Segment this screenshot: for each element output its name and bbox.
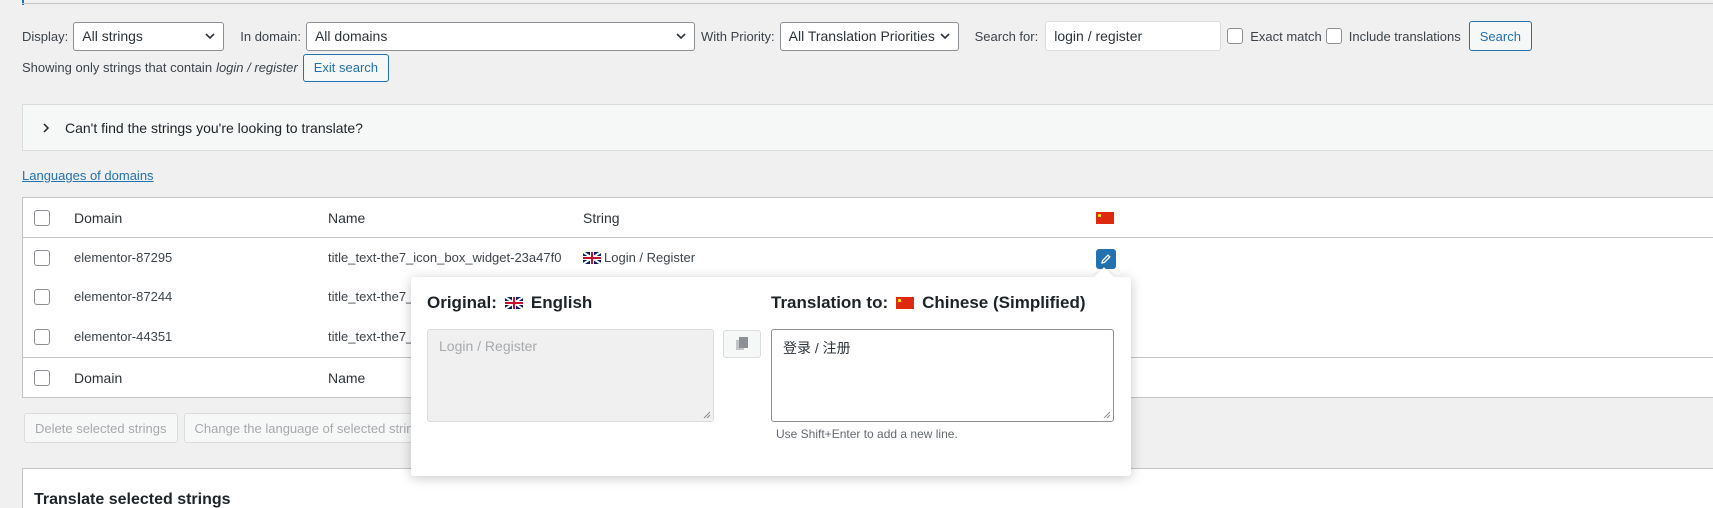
- pencil-icon: [1101, 254, 1111, 264]
- row-checkbox[interactable]: [34, 288, 50, 305]
- newline-hint: Use Shift+Enter to add a new line.: [776, 427, 958, 441]
- display-select[interactable]: All strings: [73, 21, 225, 51]
- page-top-edge: [0, 0, 1713, 5]
- search-label: Search for:: [974, 28, 1039, 44]
- row-checkbox[interactable]: [34, 249, 50, 266]
- column-header-domain[interactable]: Domain: [74, 210, 122, 226]
- row-domain: elementor-87295: [74, 250, 173, 265]
- column-header-name[interactable]: Name: [328, 210, 365, 226]
- search-input[interactable]: login / register: [1045, 21, 1222, 51]
- original-text: Login / Register: [439, 338, 538, 354]
- row-name: title_text-the7_: [328, 289, 414, 304]
- search-button[interactable]: Search: [1468, 21, 1532, 51]
- chevron-down-icon: [205, 32, 215, 39]
- original-language: English: [530, 293, 593, 312]
- resize-handle-icon[interactable]: [703, 411, 711, 419]
- edit-translation-button[interactable]: [1096, 249, 1116, 269]
- english-flag-icon: [583, 251, 601, 264]
- select-all-checkbox[interactable]: [34, 209, 50, 226]
- domain-select[interactable]: All domains: [305, 21, 695, 51]
- chevron-down-icon: [676, 32, 686, 39]
- column-header-string[interactable]: String: [583, 210, 620, 226]
- missing-strings-notice[interactable]: Can't find the strings you're looking to…: [22, 104, 1713, 151]
- search-status: Showing only strings that contain login …: [22, 53, 390, 82]
- include-translations-checkbox[interactable]: [1325, 28, 1342, 44]
- chevron-right-icon: [43, 122, 50, 133]
- row-domain: elementor-87244: [74, 289, 173, 304]
- search-status-term: login / register: [216, 60, 298, 75]
- row-name: title_text-the7_icon_box_widget-23a47f0: [328, 250, 562, 265]
- priority-select[interactable]: All Translation Priorities: [779, 21, 959, 51]
- chevron-down-icon: [940, 32, 950, 39]
- search-status-prefix: Showing only strings that contain: [22, 60, 213, 75]
- translate-selected-title: Translate selected strings: [34, 491, 231, 508]
- translation-editor-popup: Original: English Translation to: Chines…: [411, 267, 1131, 476]
- row-name: title_text-the7_: [328, 329, 414, 344]
- filter-bar: Display: All strings In domain: All doma…: [22, 21, 1532, 51]
- column-footer-domain[interactable]: Domain: [74, 370, 122, 386]
- exact-match-checkbox[interactable]: [1227, 28, 1244, 44]
- delete-selected-button[interactable]: Delete selected strings: [24, 413, 178, 443]
- select-all-checkbox-footer[interactable]: [34, 370, 50, 386]
- translation-label: Translation to:: [771, 293, 889, 312]
- english-flag-icon: [504, 297, 523, 309]
- priority-select-value: All Translation Priorities: [788, 28, 935, 44]
- copy-original-button[interactable]: [723, 330, 761, 358]
- resize-handle-icon[interactable]: [1103, 411, 1111, 419]
- display-select-value: All strings: [82, 28, 143, 44]
- exit-search-button[interactable]: Exit search: [302, 53, 390, 82]
- original-title: Original: English: [427, 293, 592, 313]
- domain-select-value: All domains: [314, 28, 388, 44]
- table-row: elementor-87295 title_text-the7_icon_box…: [23, 238, 1713, 277]
- search-input-value: login / register: [1054, 28, 1143, 44]
- languages-of-domains-link[interactable]: Languages of domains: [22, 168, 154, 183]
- translation-language: Chinese (Simplified): [922, 293, 1086, 312]
- translation-text-area[interactable]: 登录 / 注册: [771, 329, 1114, 422]
- chinese-flag-icon: [1096, 212, 1114, 224]
- bulk-actions: Delete selected strings Change the langu…: [24, 413, 425, 443]
- chinese-flag-icon: [896, 297, 915, 309]
- change-language-button[interactable]: Change the language of selected strin: [183, 413, 425, 443]
- translation-title: Translation to: Chinese (Simplified): [771, 293, 1086, 313]
- row-domain: elementor-44351: [74, 329, 173, 344]
- translation-text: 登录 / 注册: [783, 340, 851, 356]
- notice-text: Can't find the strings you're looking to…: [65, 119, 363, 136]
- priority-label: With Priority:: [700, 28, 775, 44]
- original-text-area: Login / Register: [427, 329, 714, 422]
- copy-icon: [736, 337, 748, 350]
- row-checkbox[interactable]: [34, 328, 50, 345]
- display-label: Display:: [22, 28, 69, 44]
- domain-label: In domain:: [240, 28, 301, 44]
- row-string-text: Login / Register: [604, 250, 696, 265]
- column-footer-name[interactable]: Name: [328, 370, 365, 386]
- include-translations-label: Include translations: [1348, 28, 1461, 44]
- original-label: Original:: [427, 293, 497, 312]
- table-header-row: Domain Name String: [23, 198, 1713, 238]
- row-string: Login / Register: [583, 250, 695, 265]
- exact-match-label: Exact match: [1250, 28, 1322, 44]
